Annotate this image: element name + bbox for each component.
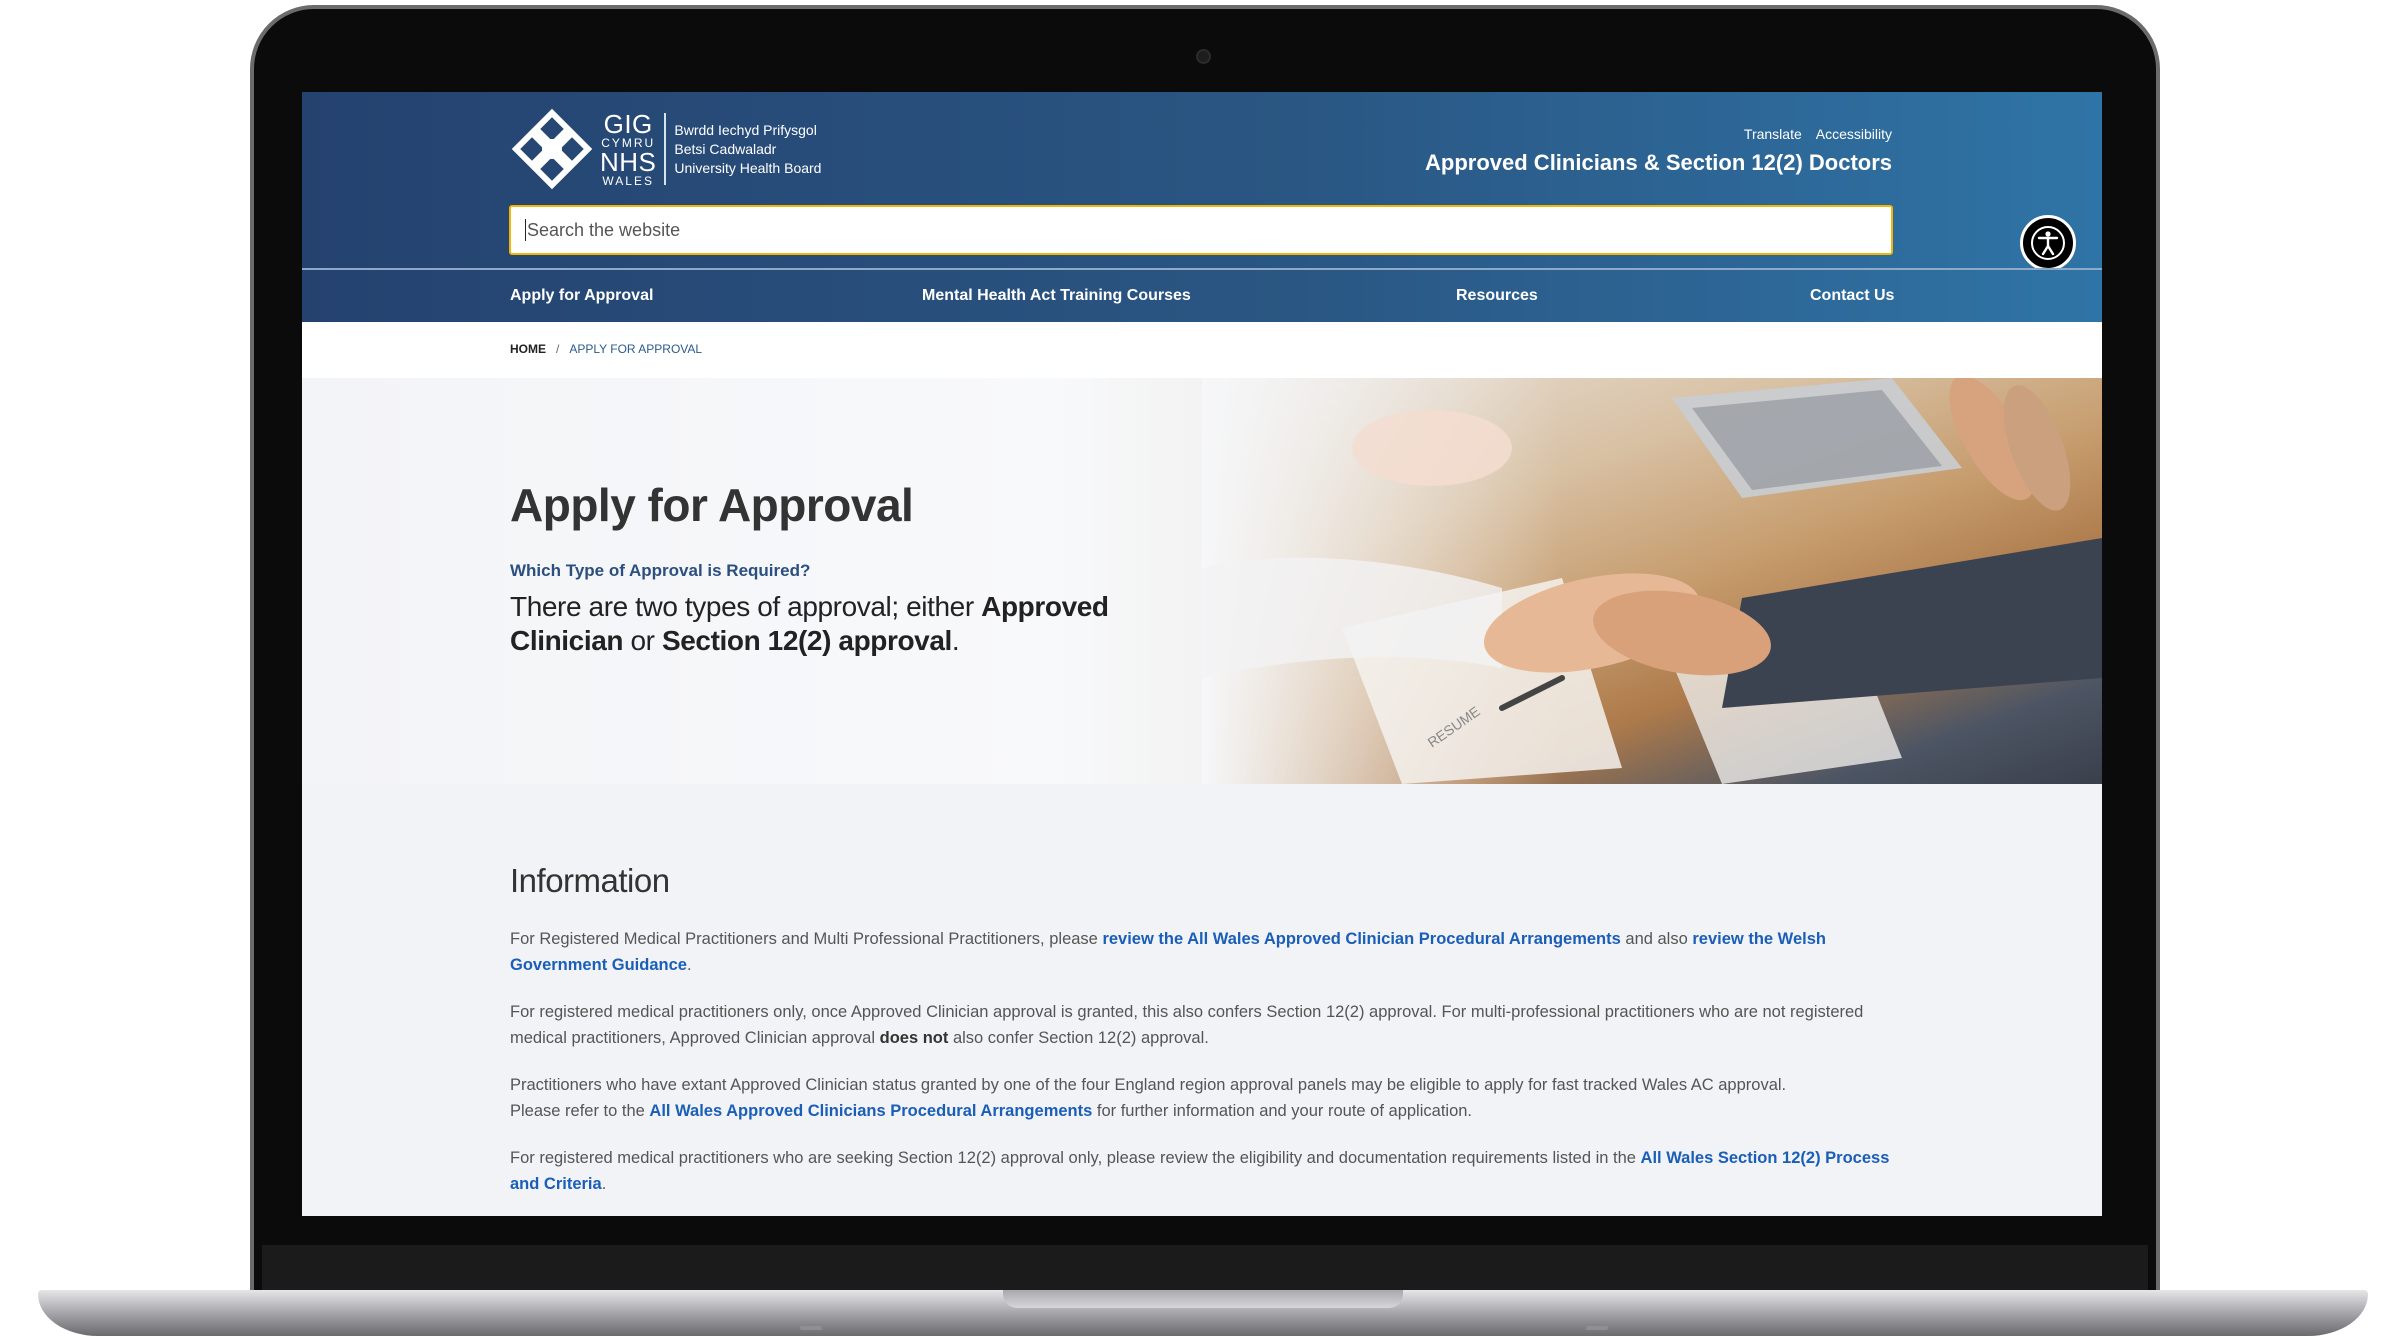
lead-text: . — [951, 625, 960, 656]
health-board-name: Bwrdd Iechyd Prifysgol Betsi Cadwaladr U… — [674, 121, 821, 178]
logo-divider — [664, 113, 667, 185]
handshake-photo: RESUME — [1202, 378, 2102, 784]
ac-procedural-arrangements-link[interactable]: All Wales Approved Clinicians Procedural… — [649, 1102, 1092, 1120]
paragraph-text: For Registered Medical Practitioners and… — [510, 930, 1103, 948]
hero-subtitle: Which Type of Approval is Required? — [510, 561, 811, 580]
laptop-hinge-notch — [1003, 1290, 1403, 1308]
lead-text: or — [623, 625, 662, 656]
logo-wales: WALES — [602, 174, 654, 188]
paragraph-text: for further information and your route o… — [1092, 1102, 1473, 1120]
nav-resources[interactable]: Resources — [1456, 287, 1538, 305]
info-paragraph-4: For registered medical practitioners who… — [510, 1145, 1900, 1197]
logo-wordmark: GIG CYMRU NHS WALES — [600, 111, 656, 187]
browser-viewport: GIG CYMRU NHS WALES Bwrdd Iechyd Prifysg… — [302, 92, 2102, 1216]
laptop-foot — [800, 1326, 822, 1330]
hero-banner: RESUME Apply for Approval Which Type of … — [302, 378, 2102, 784]
accessibility-widget-button[interactable] — [2020, 215, 2076, 271]
webcam-icon — [1196, 49, 1211, 64]
search-input[interactable]: Search the website — [509, 205, 1893, 255]
lead-text: There are two types of approval; either — [510, 591, 982, 622]
nav-contact-us[interactable]: Contact Us — [1810, 287, 1894, 305]
site-header: GIG CYMRU NHS WALES Bwrdd Iechyd Prifysg… — [302, 92, 2102, 268]
laptop-foot — [1586, 1326, 1608, 1330]
translate-link[interactable]: Translate — [1744, 126, 1802, 142]
hero-lead: There are two types of approval; either … — [510, 590, 1130, 658]
accessibility-link[interactable]: Accessibility — [1816, 126, 1892, 142]
breadcrumb: HOME / APPLY FOR APPROVAL — [510, 342, 702, 356]
board-line-1: Bwrdd Iechyd Prifysgol — [674, 121, 817, 138]
information-section: Information For Registered Medical Pract… — [302, 784, 2102, 1216]
paragraph-text: also confer Section 12(2) approval. — [948, 1029, 1209, 1047]
breadcrumb-current: APPLY FOR APPROVAL — [569, 342, 703, 356]
procedural-arrangements-link[interactable]: review the All Wales Approved Clinician … — [1102, 930, 1620, 948]
accessibility-person-icon — [2031, 226, 2065, 260]
info-paragraph-3: Practitioners who have extant Approved C… — [510, 1072, 1810, 1124]
board-line-3: University Health Board — [674, 159, 822, 176]
celtic-knot-logo-icon — [511, 108, 593, 190]
laptop-bezel — [262, 1245, 2148, 1293]
site-title[interactable]: Approved Clinicians & Section 12(2) Doct… — [1425, 150, 1892, 176]
lead-section-12-approval: Section 12(2) approval — [661, 625, 952, 656]
info-paragraph-1: For Registered Medical Practitioners and… — [510, 926, 1900, 978]
paragraph-text: For registered medical practitioners who… — [510, 1149, 1641, 1167]
logo-nhs: NHS — [600, 147, 657, 177]
nav-mha-training-courses[interactable]: Mental Health Act Training Courses — [922, 287, 1191, 305]
handshake-illustration: RESUME — [1202, 378, 2102, 784]
search-placeholder: Search the website — [527, 219, 681, 240]
breadcrumb-home[interactable]: HOME — [510, 342, 546, 356]
does-not-emphasis: does not — [879, 1029, 949, 1047]
page-title: Apply for Approval — [510, 479, 914, 531]
logo-gig: GIG — [603, 109, 653, 139]
information-heading: Information — [510, 862, 670, 899]
paragraph-text: . — [686, 956, 692, 974]
paragraph-text: and also — [1620, 930, 1693, 948]
breadcrumb-separator: / — [556, 342, 560, 356]
main-navigation: Apply for Approval Mental Health Act Tra… — [302, 268, 2102, 322]
nav-apply-for-approval[interactable]: Apply for Approval — [510, 287, 653, 305]
board-line-2: Betsi Cadwaladr — [674, 140, 777, 157]
breadcrumb-bar: HOME / APPLY FOR APPROVAL — [302, 322, 2102, 378]
text-caret — [525, 219, 526, 241]
nhs-wales-logo[interactable]: GIG CYMRU NHS WALES Bwrdd Iechyd Prifysg… — [510, 104, 821, 194]
paragraph-text: . — [601, 1175, 607, 1193]
utility-links: Translate Accessibility — [1744, 126, 1892, 142]
info-paragraph-2: For registered medical practitioners onl… — [510, 999, 1900, 1051]
